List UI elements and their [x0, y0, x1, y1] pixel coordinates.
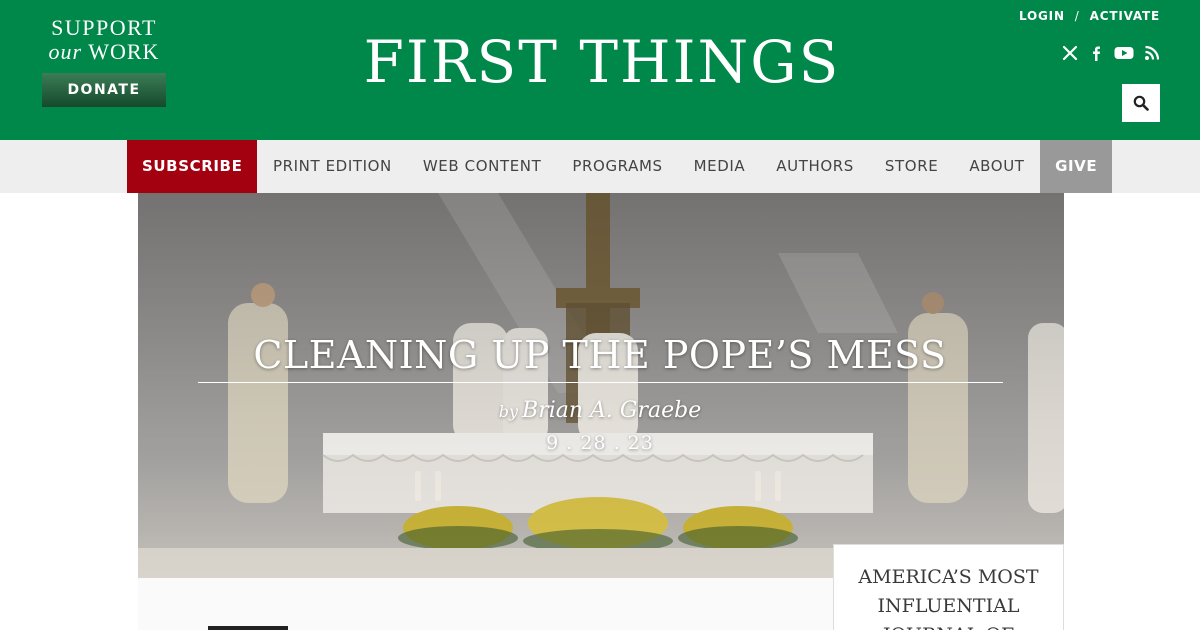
nav-items: SUBSCRIBE PRINT EDITION WEB CONTENT PROG…	[127, 140, 1113, 193]
byline-by: by	[498, 402, 519, 421]
our-italic: our	[48, 39, 83, 64]
our-work-line: our WORK	[42, 40, 166, 64]
article-body	[138, 578, 833, 630]
nav-item-subscribe[interactable]: SUBSCRIBE	[127, 140, 258, 193]
social-links	[1060, 44, 1160, 62]
nav-item-give[interactable]: GIVE	[1040, 140, 1113, 193]
site-header: SUPPORT our WORK DONATE FIRST THINGS LOG…	[0, 0, 1200, 140]
search-icon	[1133, 95, 1149, 111]
promo-box[interactable]: AMERICA’S MOST INFLUENTIAL JOURNAL OF	[833, 544, 1064, 630]
nav-item-print-edition[interactable]: PRINT EDITION	[257, 140, 407, 193]
hero-scene	[138, 193, 1064, 578]
rss-icon[interactable]	[1144, 45, 1160, 61]
work-text: WORK	[88, 39, 160, 64]
promo-line-3: JOURNAL OF	[834, 621, 1063, 630]
login-link[interactable]: LOGIN	[1019, 9, 1065, 23]
youtube-icon[interactable]	[1114, 45, 1134, 61]
support-line: SUPPORT	[51, 15, 157, 40]
donate-button[interactable]: DONATE	[42, 73, 166, 107]
main-nav: SUBSCRIBE PRINT EDITION WEB CONTENT PROG…	[0, 140, 1200, 193]
article-date: 9 . 28 . 23	[546, 432, 654, 454]
nav-item-about[interactable]: ABOUT	[954, 140, 1040, 193]
promo-line-2: INFLUENTIAL	[877, 595, 1020, 617]
nav-item-programs[interactable]: PROGRAMS	[557, 140, 678, 193]
article-byline: by Brian A. Graebe	[0, 398, 1200, 423]
dropcap-letters	[208, 626, 288, 630]
search-button[interactable]	[1122, 84, 1160, 122]
article-title[interactable]: CLEANING UP THE POPE’S MESS	[0, 330, 1200, 380]
author-link[interactable]: Brian A. Graebe	[522, 398, 701, 423]
account-links: LOGIN / ACTIVATE	[1019, 9, 1160, 23]
title-divider	[198, 382, 1003, 383]
activate-link[interactable]: ACTIVATE	[1090, 9, 1160, 23]
x-icon[interactable]	[1062, 45, 1078, 61]
nav-item-authors[interactable]: AUTHORS	[761, 140, 870, 193]
site-logo[interactable]: FIRST THINGS	[360, 26, 844, 98]
support-our-work[interactable]: SUPPORT our WORK	[42, 16, 166, 64]
account-separator: /	[1074, 9, 1080, 23]
nav-item-media[interactable]: MEDIA	[678, 140, 761, 193]
hero-image	[138, 193, 1064, 578]
promo-line-1: AMERICA’S MOST	[858, 566, 1039, 588]
nav-item-store[interactable]: STORE	[869, 140, 953, 193]
facebook-icon[interactable]	[1088, 45, 1104, 61]
nav-item-web-content[interactable]: WEB CONTENT	[407, 140, 557, 193]
